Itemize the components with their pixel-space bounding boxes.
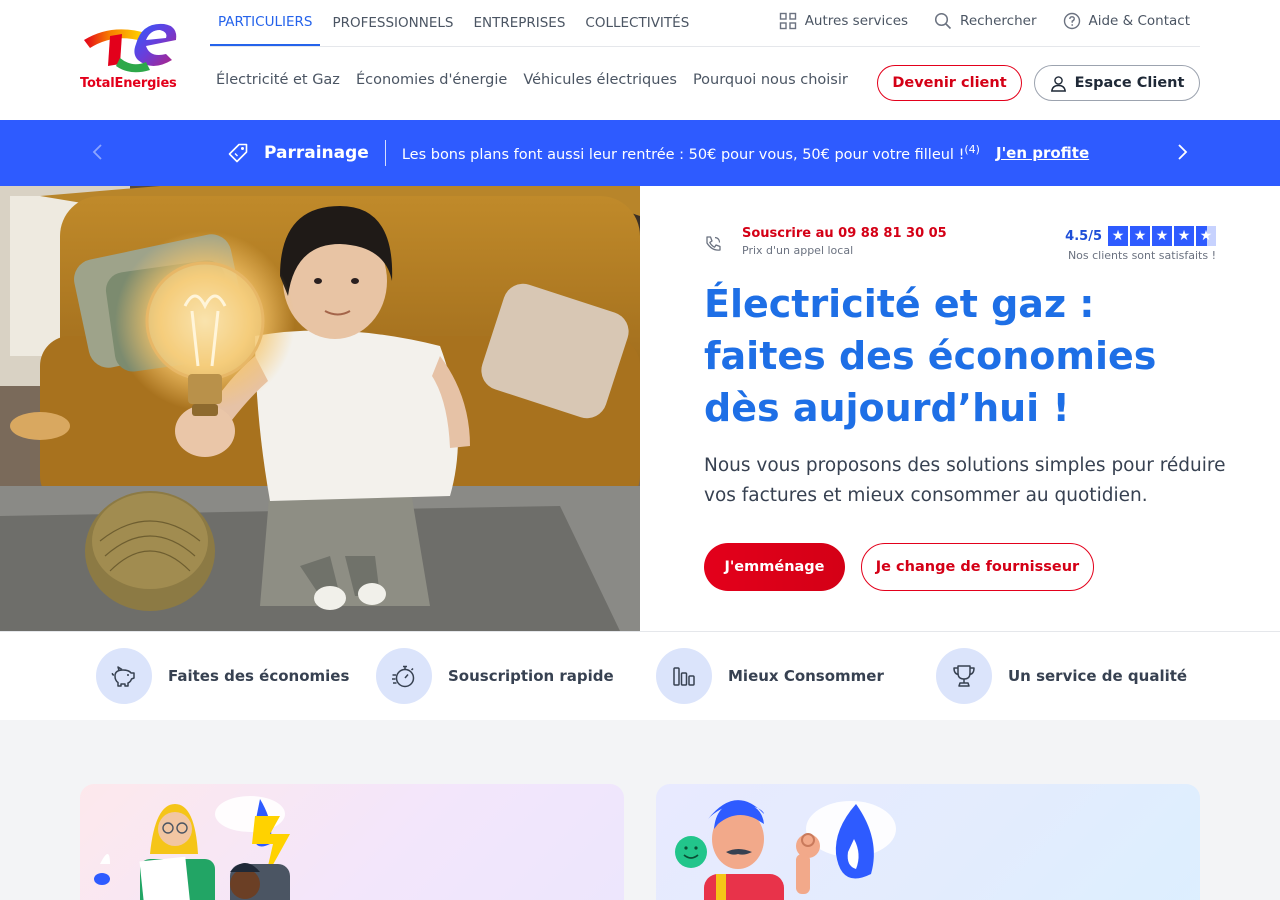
other-services-link[interactable]: Autres services [779, 12, 908, 30]
happy-customer-illustration [675, 800, 896, 900]
rating-stars: ★ ★ ★ ★ ★ [1108, 226, 1216, 246]
family-energy-illustration [94, 796, 290, 900]
piggy-bank-icon [111, 666, 135, 687]
tab-particuliers[interactable]: PARTICULIERS [210, 0, 321, 46]
rating-row: 4.5/5 ★ ★ ★ ★ ★ [1065, 226, 1216, 246]
feature-quality-service: Un service de qualité [936, 648, 1187, 704]
totalenergies-logo[interactable]: TotalEnergies [80, 18, 180, 94]
hero-photo [0, 186, 640, 631]
promo-text-body: Les bons plans font aussi leur rentrée :… [401, 146, 965, 163]
segment-tabs: PARTICULIERS PROFESSIONNELS ENTREPRISES … [210, 0, 701, 46]
half-star-icon: ★ [1196, 226, 1216, 246]
phone-price-note: Prix d'un appel local [742, 244, 854, 257]
grid-icon [779, 12, 796, 30]
site-header: TotalEnergies PARTICULIERS PROFESSIONNEL… [0, 0, 1280, 120]
offer-card-left[interactable] [80, 784, 624, 900]
bar-chart-icon [673, 667, 695, 686]
feature-fast-subscription: Souscription rapide [376, 648, 614, 704]
star-icon: ★ [1152, 226, 1172, 246]
promo-banner: Parrainage Les bons plans font aussi leu… [0, 120, 1280, 186]
phone-subscribe[interactable]: Souscrire au 09 88 81 30 05 Prix d'un ap… [704, 226, 947, 257]
search-icon [934, 12, 952, 30]
phone-text: Souscrire au 09 88 81 30 05 Prix d'un ap… [742, 226, 947, 257]
chevron-right-icon[interactable] [1172, 142, 1192, 162]
features-strip: Faites des économies Souscription rapide [0, 631, 1280, 720]
help-icon [1063, 12, 1080, 30]
logo-wordmark: TotalEnergies [80, 76, 177, 91]
promo-cta-link[interactable]: J'en profite [996, 144, 1089, 162]
nav-divider [210, 46, 1200, 47]
subnav-pourquoi-nous-choisir[interactable]: Pourquoi nous choisir [693, 72, 848, 88]
promo-text: Les bons plans font aussi leur rentrée :… [402, 143, 980, 163]
feature-icon-circle [656, 648, 712, 704]
help-contact-label: Aide & Contact [1088, 13, 1191, 29]
phone-number-label[interactable]: Souscrire au 09 88 81 30 05 [742, 226, 947, 241]
stopwatch-icon [392, 665, 415, 688]
feature-icon-circle [96, 648, 152, 704]
feature-label: Un service de qualité [1008, 667, 1188, 685]
chevron-left-icon[interactable] [88, 142, 108, 162]
feature-label: Mieux Consommer [728, 667, 884, 685]
star-icon: ★ [1130, 226, 1150, 246]
promo-content: Parrainage Les bons plans font aussi leu… [228, 120, 1089, 186]
trophy-icon [953, 665, 975, 687]
become-client-button[interactable]: Devenir client [877, 65, 1022, 101]
promo-separator [384, 140, 386, 166]
search-link[interactable]: Rechercher [934, 12, 1037, 30]
tag-icon [228, 143, 248, 163]
client-space-button[interactable]: Espace Client [1034, 65, 1200, 101]
help-contact-link[interactable]: Aide & Contact [1063, 12, 1191, 30]
hero-description: Nous vous proposons des solutions simple… [704, 455, 1226, 506]
feature-label: Faites des économies [168, 667, 350, 685]
feature-label: Souscription rapide [448, 667, 614, 685]
offers-section [0, 720, 1280, 900]
offer-card-right[interactable] [656, 784, 1200, 900]
feature-icon-circle [376, 648, 432, 704]
user-icon [1050, 75, 1066, 92]
hero-title: Électricité et gaz : faites des économie… [704, 282, 1157, 430]
phone-icon [706, 236, 721, 251]
move-in-button[interactable]: J'emménage [704, 543, 845, 591]
subnav-electricite-gaz[interactable]: Électricité et Gaz [216, 72, 340, 88]
subnav-economies-energie[interactable]: Économies d'énergie [356, 72, 507, 88]
promo-title: Parrainage [264, 143, 369, 163]
other-services-label: Autres services [804, 13, 909, 29]
woman-holding-lightbulb-illustration [0, 186, 640, 631]
hero-content: Souscrire au 09 88 81 30 05 Prix d'un ap… [640, 186, 1280, 631]
customer-rating: 4.5/5 ★ ★ ★ ★ ★ Nos clients sont satisfa… [1065, 226, 1216, 262]
tab-collectivites[interactable]: COLLECTIVITÉS [577, 0, 697, 46]
feature-savings: Faites des économies [96, 648, 349, 704]
switch-supplier-button[interactable]: Je change de fournisseur [861, 543, 1094, 591]
client-space-label: Espace Client [1074, 75, 1185, 91]
tab-entreprises[interactable]: ENTREPRISES [465, 0, 573, 46]
rating-caption: Nos clients sont satisfaits ! [1067, 249, 1216, 262]
star-icon: ★ [1108, 226, 1128, 246]
promo-footnote: (4) [964, 143, 980, 157]
rating-value: 4.5/5 [1065, 228, 1102, 244]
star-icon: ★ [1174, 226, 1194, 246]
subnav-vehicules-electriques[interactable]: Véhicules électriques [523, 72, 677, 88]
feature-better-consumption: Mieux Consommer [656, 648, 884, 704]
main-subnav: Électricité et Gaz Économies d'énergie V… [216, 72, 848, 88]
feature-icon-circle [936, 648, 992, 704]
logo-mark-icon [84, 23, 177, 73]
tab-professionnels[interactable]: PROFESSIONNELS [324, 0, 461, 46]
utility-links: Autres services Rechercher Aide & Contac… [779, 12, 1190, 30]
search-label: Rechercher [960, 13, 1037, 29]
